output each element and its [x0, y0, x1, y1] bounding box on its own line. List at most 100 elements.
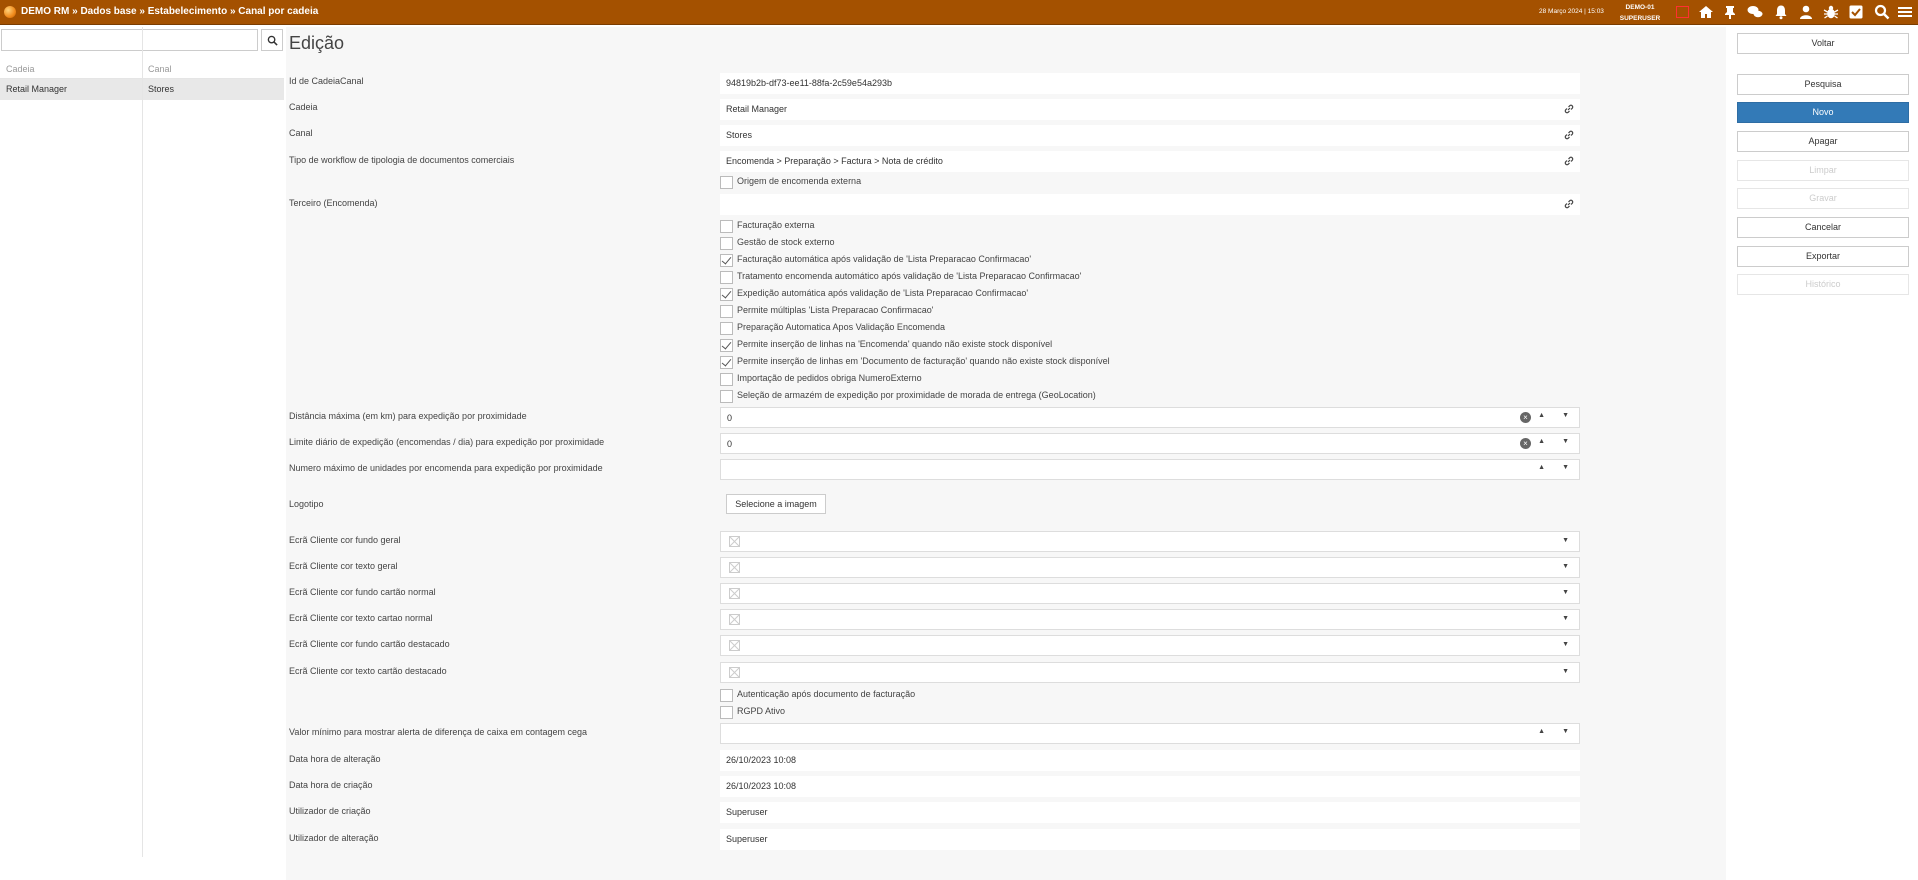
historico-button[interactable]: Histórico: [1737, 274, 1909, 295]
chevron-down-icon[interactable]: ▼: [1562, 615, 1569, 622]
id-field[interactable]: 94819b2b-df73-ee11-88fa-2c59e54a293b: [720, 73, 1580, 94]
field-label-cor-texto-geral: Ecrã Cliente cor texto geral: [289, 561, 398, 571]
checkbox[interactable]: [720, 390, 733, 403]
chevron-down-icon[interactable]: ▼: [1562, 589, 1569, 596]
datetime: 28 Março 2024 | 15:03: [1539, 8, 1604, 15]
checkbox-label: Importação de pedidos obriga NumeroExter…: [737, 373, 922, 383]
column-header-canal[interactable]: Canal: [142, 59, 178, 79]
checkbox[interactable]: [720, 176, 733, 189]
spin-up-icon[interactable]: ▲: [1538, 412, 1545, 419]
checkbox[interactable]: [720, 689, 733, 702]
field-label-util-alteracao: Utilizador de alteração: [289, 833, 379, 843]
bug-icon[interactable]: [1822, 4, 1840, 20]
search-icon[interactable]: [1873, 4, 1891, 20]
pin-icon[interactable]: [1721, 4, 1739, 20]
spin-down-icon[interactable]: ▼: [1562, 438, 1569, 445]
clear-icon[interactable]: ×: [1520, 438, 1531, 449]
cor-fundo-destacado-select[interactable]: ▼: [720, 635, 1580, 656]
breadcrumb[interactable]: DEMO RM » Dados base » Estabelecimento »…: [21, 6, 318, 17]
list-search-input[interactable]: [1, 29, 258, 51]
checkbox-label: Permite inserção de linhas na 'Encomenda…: [737, 339, 1053, 349]
check-square-icon[interactable]: [1847, 4, 1865, 20]
chevron-down-icon[interactable]: ▼: [1562, 668, 1569, 675]
checkbox[interactable]: [720, 322, 733, 335]
canal-field[interactable]: Stores: [720, 125, 1580, 146]
checkbox-label: Origem de encomenda externa: [737, 176, 862, 186]
link-icon[interactable]: [1564, 199, 1574, 209]
checkbox[interactable]: [720, 237, 733, 250]
novo-button[interactable]: Novo: [1737, 102, 1909, 123]
cor-texto-normal-select[interactable]: ▼: [720, 609, 1580, 630]
color-placeholder-icon: [729, 536, 740, 547]
checkbox[interactable]: [720, 220, 733, 233]
data-alteracao-value: 26/10/2023 10:08: [726, 755, 797, 765]
clear-icon[interactable]: ×: [1520, 412, 1531, 423]
distancia-maxima-input[interactable]: 0 × ▲ ▼: [720, 407, 1580, 428]
checkbox[interactable]: [720, 356, 733, 369]
data-alteracao-field: 26/10/2023 10:08: [720, 750, 1580, 771]
checkbox[interactable]: [720, 339, 733, 352]
chevron-down-icon[interactable]: ▼: [1562, 641, 1569, 648]
checkbox[interactable]: [720, 305, 733, 318]
voltar-button[interactable]: Voltar: [1737, 33, 1909, 54]
spin-up-icon[interactable]: ▲: [1538, 464, 1545, 471]
home-icon[interactable]: [1697, 4, 1715, 20]
exportar-button[interactable]: Exportar: [1737, 246, 1909, 267]
link-icon[interactable]: [1564, 104, 1574, 114]
spin-up-icon[interactable]: ▲: [1538, 728, 1545, 735]
bell-icon[interactable]: [1772, 4, 1790, 20]
field-label-cor-texto-destacado: Ecrã Cliente cor texto cartão destacado: [289, 666, 447, 676]
spin-down-icon[interactable]: ▼: [1562, 728, 1569, 735]
terceiro-field[interactable]: [720, 194, 1580, 215]
list-search-button[interactable]: [261, 29, 283, 51]
limite-value: 0: [727, 439, 733, 449]
cadeia-field[interactable]: Retail Manager: [720, 99, 1580, 120]
checkbox-label: Facturação externa: [737, 220, 815, 230]
spin-down-icon[interactable]: ▼: [1562, 464, 1569, 471]
link-icon[interactable]: [1564, 156, 1574, 166]
chevron-down-icon[interactable]: ▼: [1562, 537, 1569, 544]
limite-diario-input[interactable]: 0 × ▲ ▼: [720, 433, 1580, 454]
spin-up-icon[interactable]: ▲: [1538, 438, 1545, 445]
checkbox[interactable]: [720, 706, 733, 719]
menu-icon[interactable]: [1896, 4, 1914, 20]
limpar-button[interactable]: Limpar: [1737, 160, 1909, 181]
field-label-num-max: Numero máximo de unidades por encomenda …: [289, 463, 603, 473]
cancelar-button[interactable]: Cancelar: [1737, 217, 1909, 238]
checkbox-label: Gestão de stock externo: [737, 237, 835, 247]
spin-down-icon[interactable]: ▼: [1562, 412, 1569, 419]
edit-form: Edição Id de CadeiaCanal 94819b2b-df73-e…: [286, 27, 1726, 880]
user-info[interactable]: DEMO-01 SUPERUSER: [1619, 2, 1661, 24]
cor-fundo-normal-select[interactable]: ▼: [720, 583, 1580, 604]
apagar-button[interactable]: Apagar: [1737, 131, 1909, 152]
color-placeholder-icon: [729, 640, 740, 651]
checkbox[interactable]: [720, 271, 733, 284]
checkbox-label: Expedição automática após validação de '…: [737, 288, 1029, 298]
search-icon: [267, 35, 278, 46]
workflow-field[interactable]: Encomenda > Preparação > Factura > Nota …: [720, 151, 1580, 172]
checkbox-label: Tratamento encomenda automático após val…: [737, 271, 1082, 281]
notification-red-square-icon[interactable]: [1676, 6, 1689, 18]
chat-icon[interactable]: [1746, 4, 1764, 20]
gravar-button[interactable]: Gravar: [1737, 188, 1909, 209]
cell-canal: Stores: [148, 84, 175, 94]
util-criacao-field: Superuser: [720, 802, 1580, 823]
select-image-button[interactable]: Selecione a imagem: [726, 494, 826, 514]
orange-ball-logo-icon[interactable]: [4, 6, 16, 18]
cor-texto-destacado-select[interactable]: ▼: [720, 662, 1580, 683]
column-header-cadeia[interactable]: Cadeia: [0, 59, 41, 79]
cor-fundo-geral-select[interactable]: ▼: [720, 531, 1580, 552]
link-icon[interactable]: [1564, 130, 1574, 140]
field-label-logotipo: Logotipo: [289, 499, 324, 509]
numero-maximo-input[interactable]: ▲ ▼: [720, 459, 1580, 480]
user-icon[interactable]: [1797, 4, 1815, 20]
valor-minimo-input[interactable]: ▲ ▼: [720, 723, 1580, 744]
checkbox[interactable]: [720, 254, 733, 267]
checkbox[interactable]: [720, 373, 733, 386]
cor-texto-geral-select[interactable]: ▼: [720, 557, 1580, 578]
field-label-terceiro: Terceiro (Encomenda): [289, 198, 378, 208]
pesquisa-button[interactable]: Pesquisa: [1737, 74, 1909, 95]
field-label-workflow: Tipo de workflow de tipologia de documen…: [289, 155, 515, 165]
checkbox[interactable]: [720, 288, 733, 301]
chevron-down-icon[interactable]: ▼: [1562, 563, 1569, 570]
